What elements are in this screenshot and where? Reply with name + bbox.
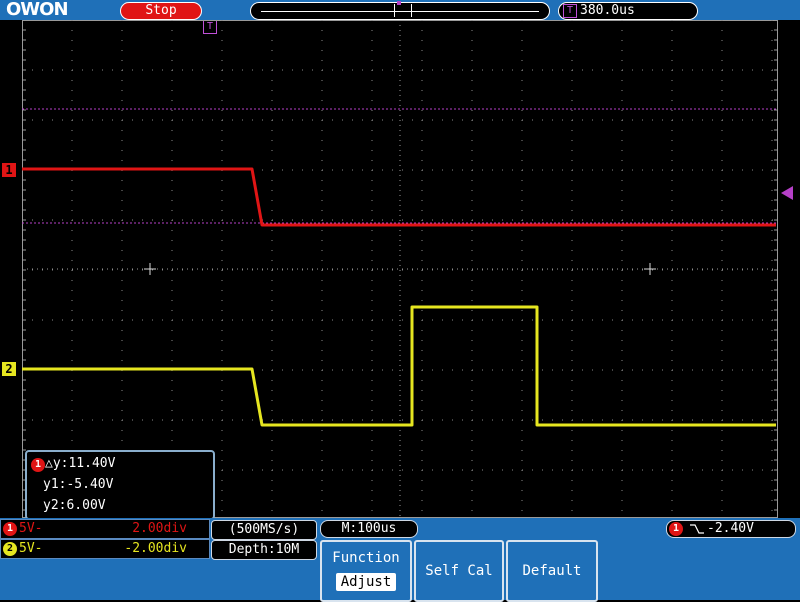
ch1-status[interactable]: 1 5V- 2.00div xyxy=(0,519,210,539)
waveform-canvas xyxy=(22,20,778,518)
ch2-offset-marker[interactable]: 2 xyxy=(2,362,16,376)
cursor-delta-y: △y:11.40V xyxy=(45,456,116,471)
trigger-level-arrow[interactable] xyxy=(781,186,793,200)
cursor-y2: y2:6.00V xyxy=(43,498,106,513)
run-stop-indicator[interactable]: Stop xyxy=(120,2,202,20)
memory-depth: Depth:10M xyxy=(211,540,317,560)
trigger-time-readout[interactable]: T 380.0us xyxy=(558,2,698,20)
ch2-coupling: 5V- xyxy=(19,541,43,556)
function-label: Function xyxy=(332,550,400,566)
trigger-t-icon: T xyxy=(563,4,577,18)
adjust-label: Adjust xyxy=(336,573,396,591)
trigger-status[interactable]: 1 -2.40V xyxy=(666,520,796,538)
ch1-waveform xyxy=(22,167,776,227)
top-status-bar: OWON Stop T 380.0us xyxy=(0,0,800,20)
falling-edge-icon xyxy=(690,524,704,534)
ch1-offset-marker[interactable]: 1 xyxy=(2,163,16,177)
trigger-source-badge: 1 xyxy=(669,522,683,536)
ch1-scale: 2.00div xyxy=(132,521,187,536)
function-adjust-button[interactable]: Function Adjust xyxy=(320,540,412,602)
ch1-coupling: 5V- xyxy=(19,521,43,536)
waveform-display[interactable] xyxy=(22,20,778,518)
ch2-badge: 2 xyxy=(3,542,17,556)
sample-rate: (500MS/s) xyxy=(211,520,317,540)
main-timebase[interactable]: M:100us xyxy=(320,520,418,538)
ch1-badge: 1 xyxy=(3,522,17,536)
self-cal-label: Self Cal xyxy=(425,563,493,579)
ch2-waveform xyxy=(22,305,776,427)
bottom-status-bar: 1 5V- 2.00div 2 5V- -2.00div (500MS/s) D… xyxy=(0,518,800,602)
memory-position-bar[interactable] xyxy=(250,1,550,20)
brand-logo: OWON xyxy=(6,0,69,20)
trigger-position-mark xyxy=(397,1,401,5)
trigger-time-value: 380.0us xyxy=(580,3,635,18)
cursor-measurement-box: 1 △y:11.40V y1:-5.40V y2:6.00V xyxy=(25,450,215,520)
default-button[interactable]: Default xyxy=(506,540,598,602)
ch2-scale: -2.00div xyxy=(124,541,187,556)
self-cal-button[interactable]: Self Cal xyxy=(414,540,504,602)
cursor-source-badge: 1 xyxy=(31,458,45,472)
trigger-level-value: -2.40V xyxy=(707,521,754,536)
oscilloscope-screen: OWON Stop T 380.0us T 1 2 1 △y:11.40V y1:-… xyxy=(0,0,800,602)
cursor-y1: y1:-5.40V xyxy=(43,477,114,492)
ch2-status[interactable]: 2 5V- -2.00div xyxy=(0,539,210,559)
view-window-bracket[interactable] xyxy=(394,4,412,17)
default-label: Default xyxy=(522,563,582,579)
